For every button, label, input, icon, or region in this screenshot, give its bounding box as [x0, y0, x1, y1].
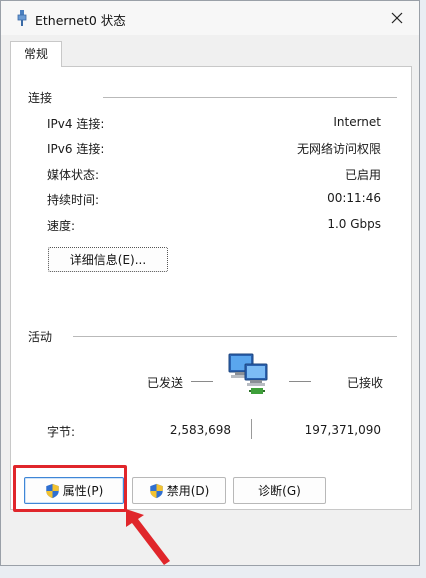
network-computers-icon	[228, 353, 268, 394]
bytes-label: 字节:	[47, 425, 76, 439]
activity-group-label: 活动	[28, 330, 53, 344]
details-button-label: 详细信息(E)...	[69, 253, 147, 267]
details-button[interactable]: 详细信息(E)...	[48, 247, 168, 272]
received-label: 已接收	[347, 376, 384, 390]
connection-group-label: 连接	[28, 91, 53, 105]
activity-divider	[73, 336, 397, 337]
disable-button-label: 禁用(D)	[166, 484, 210, 498]
annotation-arrow-icon	[126, 509, 170, 565]
received-dash	[289, 381, 311, 382]
close-button[interactable]	[375, 1, 419, 35]
ethernet-icon	[17, 10, 27, 26]
ipv4-value: Internet	[333, 115, 381, 129]
bytes-sent-value: 2,583,698	[169, 423, 231, 437]
speed-label: 速度:	[47, 219, 76, 233]
ipv6-value: 无网络访问权限	[296, 142, 381, 156]
media-state-value: 已启用	[344, 168, 381, 182]
close-icon	[391, 12, 403, 24]
uac-shield-icon	[149, 483, 163, 498]
duration-label: 持续时间:	[47, 193, 100, 207]
tab-general[interactable]: 常规	[10, 41, 62, 67]
duration-value: 00:11:46	[327, 191, 381, 205]
bytes-separator	[251, 419, 252, 439]
diagnose-button[interactable]: 诊断(G)	[233, 477, 326, 504]
speed-value: 1.0 Gbps	[327, 217, 381, 231]
title-bar[interactable]: Ethernet0 状态	[1, 1, 419, 35]
general-panel: 连接 IPv4 连接: Internet IPv6 连接: 无网络访问权限 媒体…	[10, 66, 412, 510]
ipv6-label: IPv6 连接:	[47, 142, 105, 156]
window-title: Ethernet0 状态	[35, 13, 126, 28]
disable-button[interactable]: 禁用(D)	[132, 477, 226, 504]
sent-label: 已发送	[147, 376, 184, 390]
bytes-received-value: 197,371,090	[304, 423, 381, 437]
sent-dash	[191, 381, 213, 382]
diagnose-button-label: 诊断(G)	[258, 484, 301, 498]
ipv4-label: IPv4 连接:	[47, 117, 105, 131]
connection-divider	[103, 97, 397, 98]
annotation-highlight-box	[13, 465, 127, 512]
media-state-label: 媒体状态:	[47, 168, 100, 182]
